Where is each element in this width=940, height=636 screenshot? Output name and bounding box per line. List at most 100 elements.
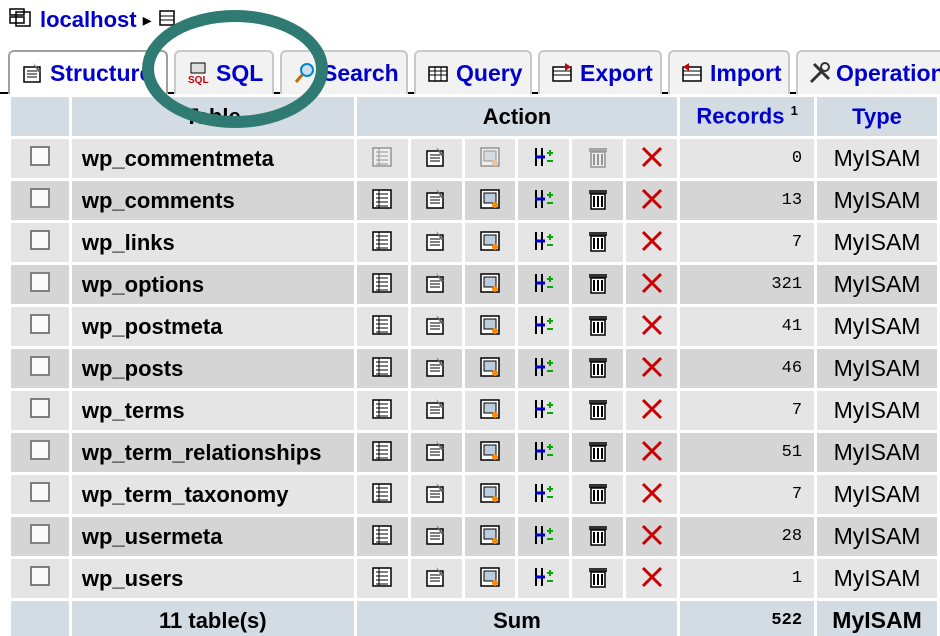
structure-icon[interactable] [423, 396, 449, 422]
table-name[interactable]: wp_postmeta [71, 307, 354, 346]
browse-icon[interactable] [369, 312, 395, 338]
tab-operations[interactable]: Operations [796, 50, 940, 94]
search-icon[interactable] [477, 438, 503, 464]
table-row[interactable]: wp_usermeta 28 MyISAM [11, 517, 937, 556]
row-checkbox[interactable] [29, 146, 50, 166]
table-name[interactable]: wp_comments [71, 181, 354, 220]
header-records[interactable]: Records 1 [680, 97, 815, 136]
row-checkbox[interactable] [29, 566, 50, 586]
browse-icon[interactable] [369, 354, 395, 380]
drop-icon[interactable] [639, 480, 665, 506]
table-name[interactable]: wp_terms [71, 391, 354, 430]
search-icon[interactable] [477, 270, 503, 296]
empty-icon[interactable] [585, 564, 611, 590]
drop-icon[interactable] [639, 396, 665, 422]
drop-icon[interactable] [639, 312, 665, 338]
structure-icon[interactable] [423, 270, 449, 296]
browse-icon[interactable] [369, 564, 395, 590]
structure-icon[interactable] [423, 186, 449, 212]
table-row[interactable]: wp_terms 7 MyISAM [11, 391, 937, 430]
tab-import[interactable]: Import [668, 50, 790, 94]
row-checkbox[interactable] [29, 398, 50, 418]
browse-icon[interactable] [369, 522, 395, 548]
browse-icon[interactable] [369, 270, 395, 296]
server-link[interactable]: localhost [40, 7, 137, 33]
empty-icon[interactable] [585, 396, 611, 422]
drop-icon[interactable] [639, 564, 665, 590]
insert-icon[interactable] [531, 564, 557, 590]
insert-icon[interactable] [531, 312, 557, 338]
table-name[interactable]: wp_links [71, 223, 354, 262]
search-icon[interactable] [477, 312, 503, 338]
insert-icon[interactable] [531, 270, 557, 296]
search-icon[interactable] [477, 480, 503, 506]
insert-icon[interactable] [531, 228, 557, 254]
structure-icon[interactable] [423, 144, 449, 170]
empty-icon[interactable] [585, 438, 611, 464]
table-row[interactable]: wp_links 7 MyISAM [11, 223, 937, 262]
table-row[interactable]: wp_commentmeta 0 MyISAM [11, 139, 937, 178]
structure-icon[interactable] [423, 564, 449, 590]
tab-query[interactable]: Query [414, 50, 532, 94]
insert-icon[interactable] [531, 354, 557, 380]
structure-icon[interactable] [423, 228, 449, 254]
table-row[interactable]: wp_term_relationships 51 MyISAM [11, 433, 937, 472]
structure-icon[interactable] [423, 312, 449, 338]
row-checkbox[interactable] [29, 440, 50, 460]
drop-icon[interactable] [639, 228, 665, 254]
structure-icon[interactable] [423, 438, 449, 464]
table-name[interactable]: wp_term_relationships [71, 433, 354, 472]
browse-icon[interactable] [369, 186, 395, 212]
row-checkbox[interactable] [29, 314, 50, 334]
drop-icon[interactable] [639, 270, 665, 296]
table-name[interactable]: wp_users [71, 559, 354, 598]
search-icon[interactable] [477, 144, 503, 170]
row-checkbox[interactable] [29, 272, 50, 292]
browse-icon[interactable] [369, 396, 395, 422]
empty-icon[interactable] [585, 186, 611, 212]
search-icon[interactable] [477, 564, 503, 590]
table-name[interactable]: wp_usermeta [71, 517, 354, 556]
browse-icon[interactable] [369, 144, 395, 170]
table-row[interactable]: wp_term_taxonomy 7 MyISAM [11, 475, 937, 514]
browse-icon[interactable] [369, 480, 395, 506]
row-checkbox[interactable] [29, 230, 50, 250]
table-row[interactable]: wp_posts 46 MyISAM [11, 349, 937, 388]
table-name[interactable]: wp_term_taxonomy [71, 475, 354, 514]
insert-icon[interactable] [531, 438, 557, 464]
empty-icon[interactable] [585, 522, 611, 548]
drop-icon[interactable] [639, 438, 665, 464]
insert-icon[interactable] [531, 144, 557, 170]
header-type[interactable]: Type [817, 97, 937, 136]
drop-icon[interactable] [639, 186, 665, 212]
row-checkbox[interactable] [29, 482, 50, 502]
table-name[interactable]: wp_commentmeta [71, 139, 354, 178]
search-icon[interactable] [477, 396, 503, 422]
tab-export[interactable]: Export [538, 50, 662, 94]
empty-icon[interactable] [585, 144, 611, 170]
search-icon[interactable] [477, 354, 503, 380]
structure-icon[interactable] [423, 522, 449, 548]
drop-icon[interactable] [639, 354, 665, 380]
search-icon[interactable] [477, 522, 503, 548]
browse-icon[interactable] [369, 438, 395, 464]
empty-icon[interactable] [585, 312, 611, 338]
table-row[interactable]: wp_users 1 MyISAM [11, 559, 937, 598]
empty-icon[interactable] [585, 270, 611, 296]
insert-icon[interactable] [531, 186, 557, 212]
table-row[interactable]: wp_comments 13 MyISAM [11, 181, 937, 220]
empty-icon[interactable] [585, 480, 611, 506]
search-icon[interactable] [477, 186, 503, 212]
browse-icon[interactable] [369, 228, 395, 254]
structure-icon[interactable] [423, 480, 449, 506]
table-row[interactable]: wp_options 321 MyISAM [11, 265, 937, 304]
table-name[interactable]: wp_options [71, 265, 354, 304]
row-checkbox[interactable] [29, 524, 50, 544]
table-row[interactable]: wp_postmeta 41 MyISAM [11, 307, 937, 346]
table-name[interactable]: wp_posts [71, 349, 354, 388]
drop-icon[interactable] [639, 144, 665, 170]
row-checkbox[interactable] [29, 356, 50, 376]
row-checkbox[interactable] [29, 188, 50, 208]
insert-icon[interactable] [531, 522, 557, 548]
structure-icon[interactable] [423, 354, 449, 380]
